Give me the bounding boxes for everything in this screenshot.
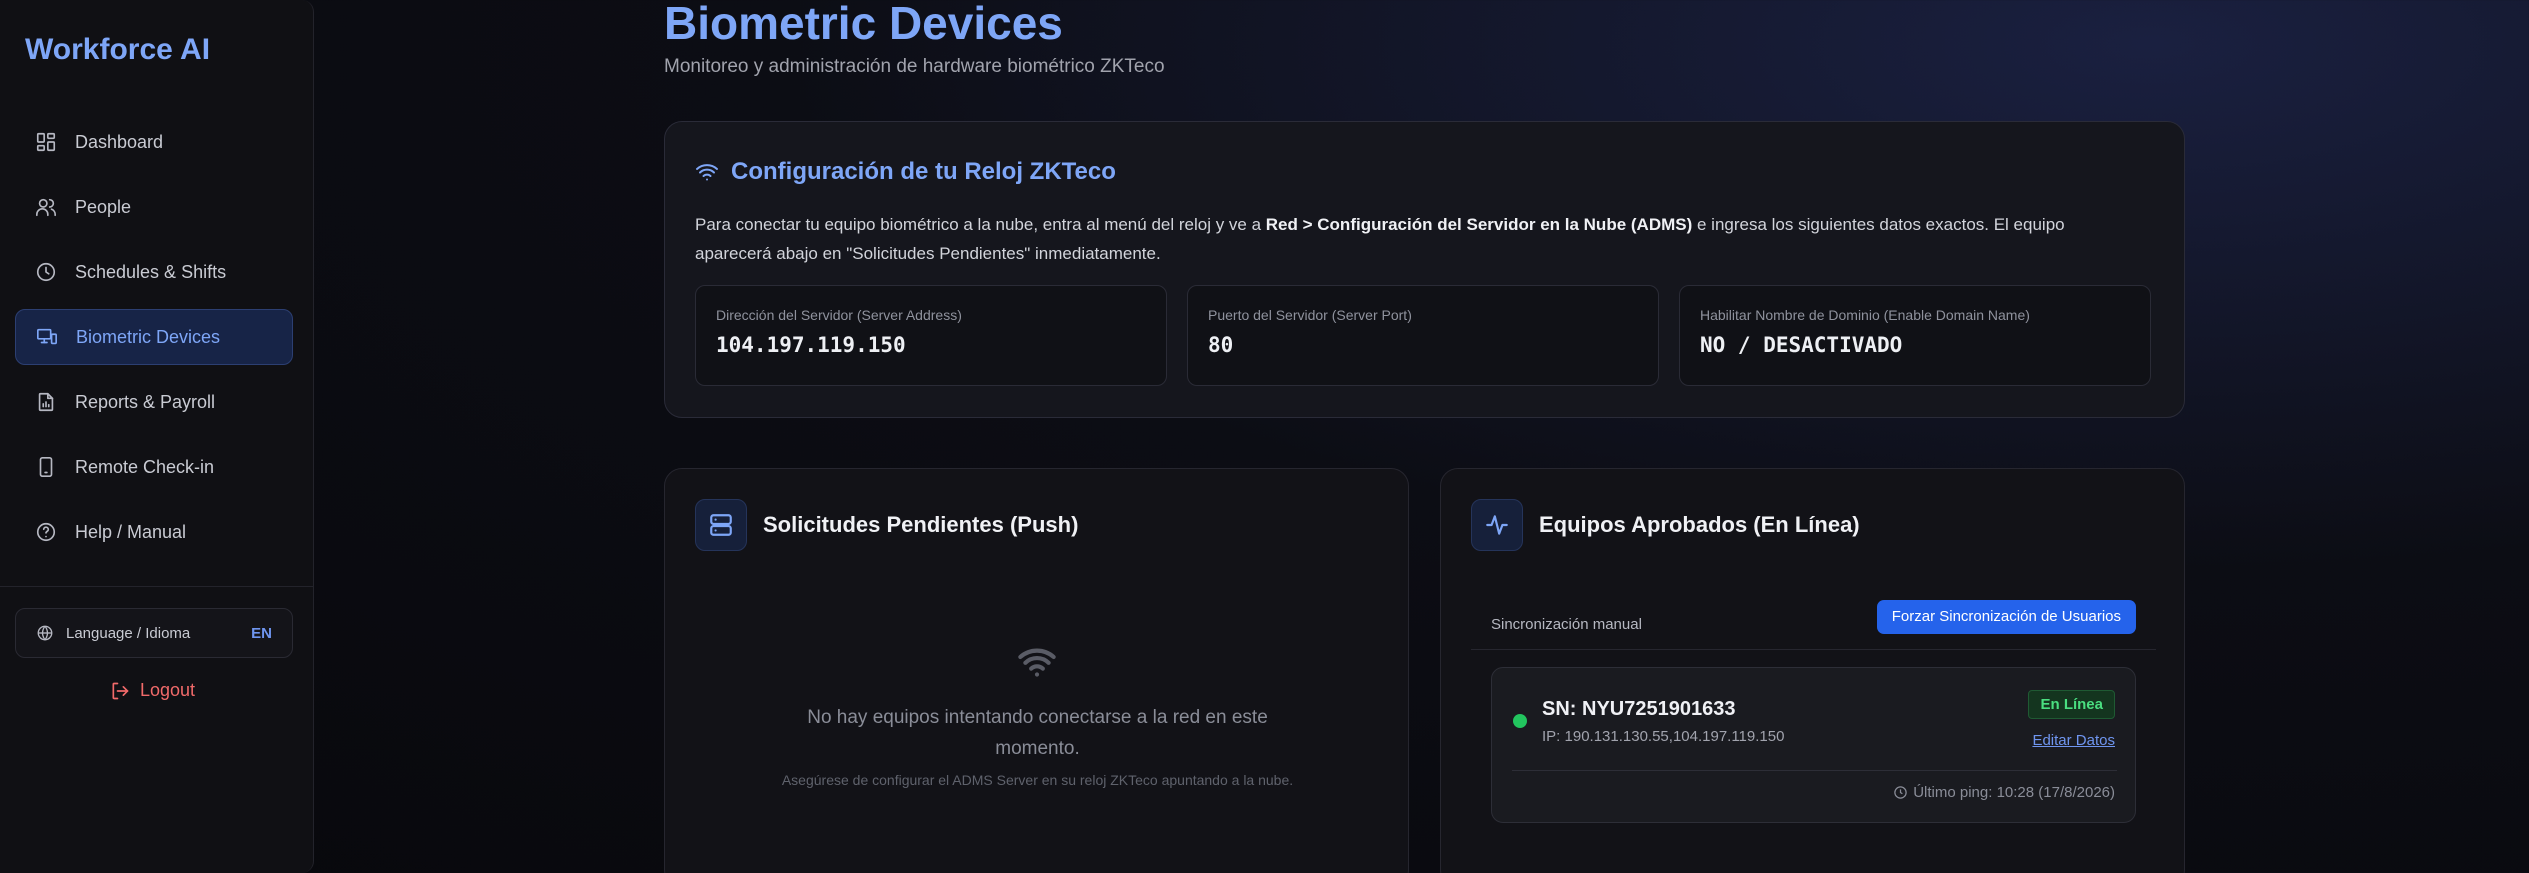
page-title: Biometric Devices [664, 0, 1063, 49]
sidebar-item-dashboard[interactable]: Dashboard [15, 114, 293, 170]
last-ping: Último ping: 10:28 (17/8/2026) [1893, 784, 2115, 801]
sidebar-item-label: Help / Manual [75, 521, 187, 542]
page-subtitle: Monitoreo y administración de hardware b… [664, 56, 1165, 77]
zkteco-config-card: Configuración de tu Reloj ZKTeco Para co… [664, 121, 2185, 418]
field-value[interactable]: 104.197.119.150 [716, 333, 1146, 357]
server-icon [710, 514, 732, 536]
sidebar-item-biometric-devices[interactable]: Biometric Devices [15, 309, 293, 365]
config-description: Para conectar tu equipo biométrico a la … [695, 210, 2125, 268]
pending-requests-card: Solicitudes Pendientes (Push) No hay equ… [664, 468, 1409, 873]
sidebar-item-label: Schedules & Shifts [75, 261, 227, 282]
field-label: Dirección del Servidor (Server Address) [716, 307, 962, 323]
status-badge: En Línea [2028, 690, 2115, 719]
server-icon-box [695, 499, 747, 551]
config-title-text: Configuración de tu Reloj ZKTeco [731, 158, 1116, 185]
field-value[interactable]: 80 [1208, 333, 1638, 357]
clock-icon [1894, 786, 1907, 799]
report-icon [38, 392, 54, 412]
sync-label: Sincronización manual [1491, 616, 1642, 633]
activity-icon-box [1471, 499, 1523, 551]
device-ip: IP: 190.131.130.55,104.197.119.150 [1542, 728, 1785, 745]
globe-icon [37, 625, 53, 641]
sidebar-item-label: Biometric Devices [76, 326, 221, 347]
logout-icon [112, 682, 129, 699]
last-ping-text: Último ping: 10:28 (17/8/2026) [1913, 784, 2115, 801]
enable-domain-field[interactable]: Habilitar Nombre de Dominio (Enable Doma… [1679, 285, 2151, 386]
device-divider [1512, 770, 2117, 771]
card-title: Solicitudes Pendientes (Push) [763, 512, 1079, 537]
sidebar-divider [0, 586, 313, 587]
sidebar-item-remote-checkin[interactable]: Remote Check-in [15, 439, 293, 495]
edit-device-link[interactable]: Editar Datos [2032, 732, 2115, 749]
activity-icon [1486, 515, 1508, 535]
config-fields: Dirección del Servidor (Server Address) … [695, 285, 2151, 386]
device-serial: SN: NYU7251901633 [1542, 698, 1736, 720]
force-sync-button[interactable]: Forzar Sincronización de Usuarios [1876, 600, 2136, 634]
card-header: Equipos Aprobados (En Línea) [1471, 499, 1860, 551]
config-desc-part: Para conectar tu equipo biométrico a la … [695, 215, 1266, 234]
dashboard-icon [36, 132, 56, 152]
users-icon [36, 198, 56, 217]
device-card: SN: NYU7251901633 IP: 190.131.130.55,104… [1491, 667, 2136, 823]
sidebar-item-people[interactable]: People [15, 179, 293, 235]
language-label: Language / Idioma [66, 624, 191, 642]
card-title: Equipos Aprobados (En Línea) [1539, 512, 1860, 537]
smartphone-icon [39, 457, 53, 477]
logout-button[interactable]: Logout [110, 680, 195, 701]
brand-logo[interactable]: Workforce AI [25, 33, 210, 67]
language-selector[interactable]: Language / Idioma EN [15, 608, 293, 658]
server-port-field[interactable]: Puerto del Servidor (Server Port) 80 [1187, 285, 1659, 386]
sidebar-item-label: People [75, 196, 132, 217]
sidebar-item-help[interactable]: Help / Manual [15, 504, 293, 560]
sidebar-item-label: Dashboard [75, 131, 164, 152]
sidebar: Workforce AI Dashboard People Schedules … [0, 0, 314, 873]
help-icon [36, 522, 56, 542]
config-title: Configuración de tu Reloj ZKTeco [695, 158, 1116, 186]
clock-icon [36, 262, 56, 282]
wifi-empty-icon [1017, 645, 1057, 679]
sync-bar: Sincronización manual Forzar Sincronizac… [1471, 599, 2156, 650]
field-label: Habilitar Nombre de Dominio (Enable Doma… [1700, 307, 2030, 323]
devices-icon [37, 328, 57, 345]
empty-state-hint: Asegúrese de configurar el ADMS Server e… [781, 772, 1294, 788]
sidebar-item-schedules[interactable]: Schedules & Shifts [15, 244, 293, 300]
config-desc-path: Red > Configuración del Servidor en la N… [1265, 215, 1693, 234]
sidebar-item-reports[interactable]: Reports & Payroll [15, 374, 293, 430]
sidebar-item-label: Remote Check-in [75, 456, 215, 477]
field-label: Puerto del Servidor (Server Port) [1208, 307, 1412, 323]
wifi-icon [696, 164, 718, 181]
field-value[interactable]: NO / DESACTIVADO [1700, 333, 2130, 357]
sidebar-item-label: Reports & Payroll [75, 391, 216, 412]
language-code: EN [251, 624, 272, 642]
card-header: Solicitudes Pendientes (Push) [695, 499, 1078, 551]
approved-devices-card: Equipos Aprobados (En Línea) Sincronizac… [1440, 468, 2185, 873]
sidebar-nav: Dashboard People Schedules & Shifts Biom… [15, 114, 293, 569]
server-address-field[interactable]: Dirección del Servidor (Server Address) … [695, 285, 1167, 386]
logout-label: Logout [140, 680, 196, 700]
online-indicator [1513, 714, 1527, 728]
wifi-icon [1018, 648, 1056, 677]
empty-state-text: No hay equipos intentando conectarse a l… [807, 707, 1268, 759]
